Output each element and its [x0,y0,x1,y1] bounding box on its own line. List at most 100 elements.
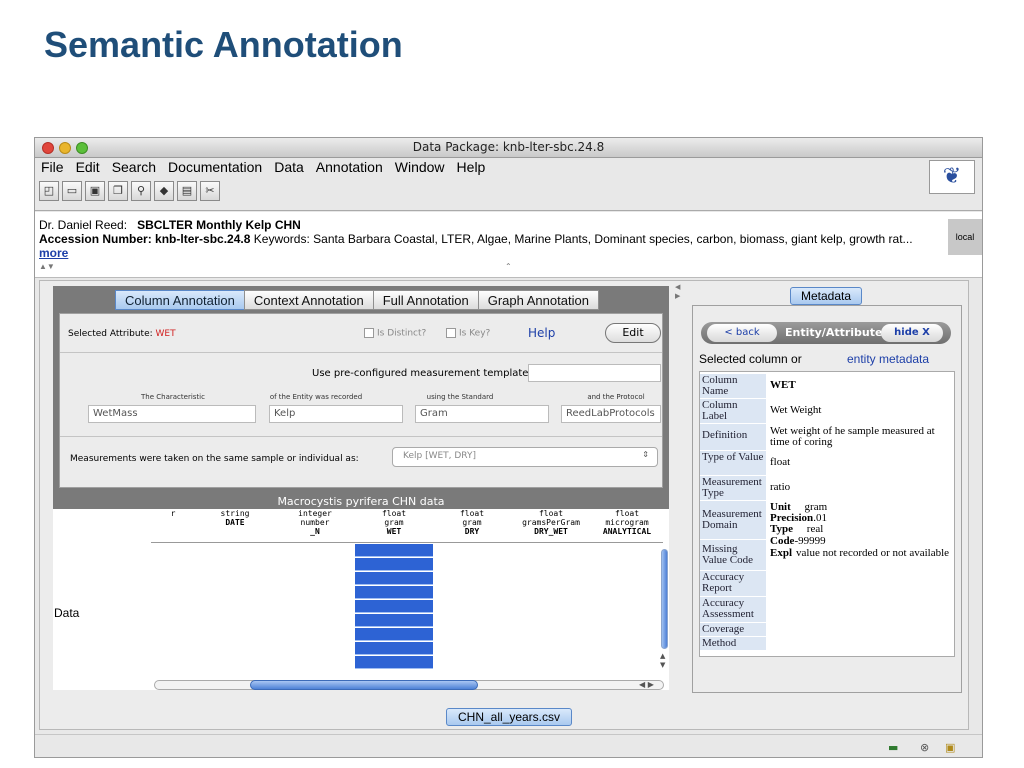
code-value: -99999 [794,535,826,547]
type-row: Type real [770,524,954,535]
menu-documentation[interactable]: Documentation [162,158,268,178]
menu-annotation[interactable]: Annotation [310,158,389,178]
col-type: float [538,509,564,518]
slide-title: Semantic Annotation [44,24,403,65]
column-header[interactable]: float microgram ANALYTICAL [591,509,663,543]
more-link[interactable]: more [39,246,68,260]
code-row: Code-99999 [770,536,954,547]
entity-metadata-link[interactable]: entity metadata [847,352,929,366]
new-document-icon[interactable]: ◰ [39,181,59,201]
data-table: r string DATE integer number _N float gram WE… [53,509,669,690]
column-header[interactable]: float gram DRY [433,509,511,543]
status-bar: ▬ ⊗ ▣ [35,734,982,757]
open-folder-icon[interactable]: ▭ [62,181,82,201]
table-cell-selected[interactable] [355,572,433,585]
table-cell-selected[interactable] [355,642,433,655]
table-cell-selected[interactable] [355,614,433,627]
copy-icon[interactable]: ❐ [108,181,128,201]
is-distinct-checkbox[interactable]: Is Distinct? [364,328,426,339]
table-cell-selected[interactable] [355,600,433,613]
title-bar: Data Package: knb-lter-sbc.24.8 [35,138,982,158]
measurement-type-value: ratio [770,481,791,493]
table-cell-selected[interactable] [355,558,433,571]
col-name: WET [386,527,402,536]
menu-search[interactable]: Search [106,158,162,178]
lock-icon[interactable]: ▣ [945,741,955,754]
vertical-scrollbar[interactable] [661,549,668,649]
checkbox-box[interactable] [446,328,456,338]
type-of-value-label: Type of Value [700,451,766,475]
collapse-arrows-icon[interactable]: ◀ ▶ [675,283,680,301]
divider [60,436,662,437]
file-tab[interactable]: CHN_all_years.csv [446,708,572,726]
tab-context-annotation[interactable]: Context Annotation [243,290,374,310]
col-name: DATE [225,518,245,527]
back-button[interactable]: < back [707,324,777,342]
hscroll-arrows-icon[interactable]: ◀ ▶ [639,680,654,689]
tab-column-annotation[interactable]: Column Annotation [115,290,245,310]
col-name: DRY [464,527,480,536]
horizontal-scrollbar-thumb[interactable] [250,680,478,690]
checkbox-box[interactable] [364,328,374,338]
column-header[interactable]: r [151,509,195,543]
measurement-select-value: Kelp [WET, DRY] [403,451,476,461]
type-of-value: float [770,456,791,468]
entity-field[interactable]: Kelp [269,405,403,423]
column-header[interactable]: integer number _N [275,509,355,543]
edit-button[interactable]: Edit [605,323,661,343]
help-link[interactable]: Help [528,326,555,340]
col-unit: gram [462,518,482,527]
scissors-icon[interactable]: ✂ [200,181,220,201]
package-title: SBCLTER Monthly Kelp CHN [137,218,301,232]
code-label: Code [770,535,795,547]
menu-help[interactable]: Help [451,158,492,178]
split-handle-icon[interactable]: ⌃ [505,262,512,271]
method-label: Method [700,637,766,650]
metadata-panel: ◀ ▶ Metadata < back Entity/Attribute hide… [675,283,965,695]
author: Dr. Daniel Reed: [39,218,128,232]
column-header[interactable]: string DATE [195,509,275,543]
butterfly-logo-icon: ❦ [929,160,975,194]
table-cell-selected[interactable] [355,544,433,557]
hide-button[interactable]: hide X [881,324,943,342]
search-icon[interactable]: ⚲ [131,181,151,201]
template-input[interactable] [528,364,661,382]
menu-data[interactable]: Data [268,158,310,178]
table-cell-selected[interactable] [355,656,433,669]
menu-window[interactable]: Window [389,158,451,178]
diamond-icon[interactable]: ◆ [154,181,174,201]
tab-graph-annotation[interactable]: Graph Annotation [477,290,599,310]
protocol-field[interactable]: ReedLabProtocols [561,405,661,423]
divider [60,352,662,353]
accession-line: Accession Number: knb-lter-sbc.24.8 Keyw… [39,232,913,246]
tab-full-annotation[interactable]: Full Annotation [372,290,479,310]
is-key-checkbox[interactable]: Is Key? [446,328,490,339]
is-distinct-label: Is Distinct? [377,328,427,339]
column-annotation-panel: Selected Attribute: WET Is Distinct? Is … [59,313,663,488]
keywords-label: Keywords: [253,232,310,246]
is-key-label: Is Key? [459,328,491,339]
collapse-arrows-icon[interactable]: ▲▼ [39,262,55,271]
save-icon[interactable]: ▣ [85,181,105,201]
menu-file[interactable]: File [35,158,70,178]
column-header-selected[interactable]: float gram WET [355,509,433,543]
table-cell-selected[interactable] [355,586,433,599]
scroll-arrows-icon[interactable]: ▲ ▼ [660,652,665,670]
measurement-select[interactable]: Kelp [WET, DRY] ⇕ [392,447,658,467]
tab-metadata[interactable]: Metadata [790,287,862,305]
window-title: Data Package: knb-lter-sbc.24.8 [412,140,605,154]
data-label: Data [54,606,80,620]
column-name-value: WET [770,379,796,391]
accuracy-assessment-label: Accuracy Assessment [700,597,766,622]
print-icon[interactable]: ▤ [177,181,197,201]
entity-label: of the Entity was recorded [269,393,363,401]
menu-edit[interactable]: Edit [70,158,106,178]
metadata-table: Column Name WET Column Label Wet Weight … [699,371,955,657]
column-header[interactable]: float gramsPerGram DRY_WET [511,509,591,543]
close-circle-icon[interactable]: ⊗ [920,741,929,754]
table-cell-selected[interactable] [355,628,433,641]
local-badge[interactable]: local [948,219,982,255]
characteristic-field[interactable]: WetMass [88,405,256,423]
standard-field[interactable]: Gram [415,405,549,423]
network-icon[interactable]: ▬ [888,741,898,754]
